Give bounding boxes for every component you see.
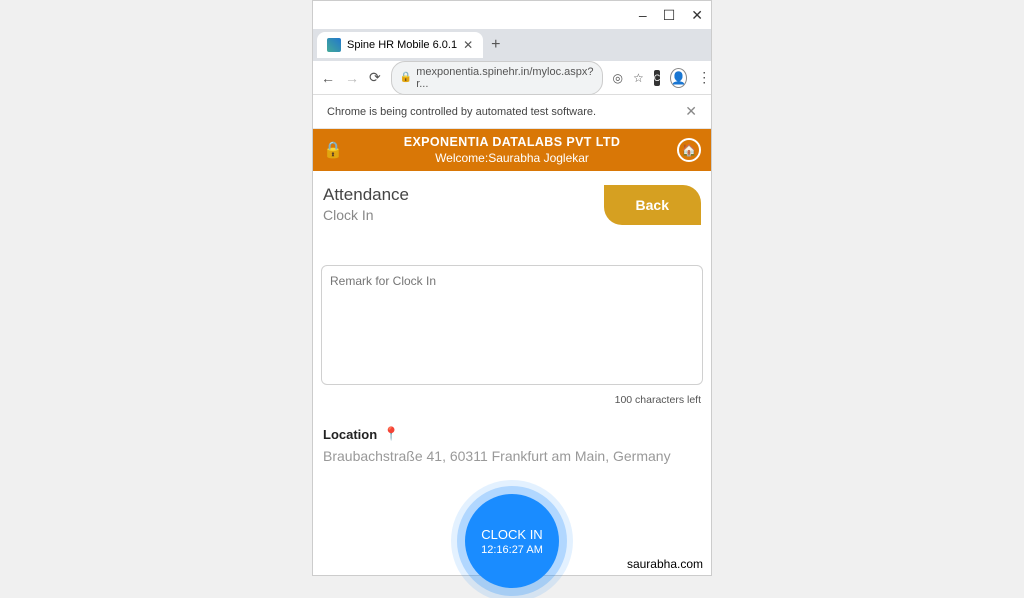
location-pin-icon: 📍 [383, 426, 399, 442]
location-label: Location [323, 427, 377, 442]
location-value: Braubachstraße 41, 60311 Frankfurt am Ma… [321, 448, 703, 464]
tab-title: Spine HR Mobile 6.0.1 [347, 39, 457, 51]
welcome-text: Welcome:Saurabha Joglekar [321, 151, 703, 165]
new-tab-button[interactable]: + [483, 36, 508, 54]
close-tab-icon[interactable]: ✕ [463, 38, 473, 52]
extension-c-icon[interactable]: C [654, 70, 661, 86]
char-counter: 100 characters left [321, 394, 703, 406]
back-button[interactable]: Back [604, 185, 701, 225]
browser-nav: ← → ⟳ 🔒 mexponentia.spinehr.in/myloc.asp… [313, 61, 711, 95]
minimize-icon[interactable]: – [639, 7, 647, 23]
app-header: 🔒 EXPONENTIA DATALABS PVT LTD Welcome:Sa… [313, 129, 711, 171]
back-icon[interactable]: ← [321, 70, 335, 86]
company-title: EXPONENTIA DATALABS PVT LTD [321, 135, 703, 149]
clock-in-label: CLOCK IN [481, 527, 542, 542]
reload-icon[interactable]: ⟳ [369, 69, 381, 86]
automation-info-bar: Chrome is being controlled by automated … [313, 95, 711, 129]
header-lock-icon[interactable]: 🔒 [323, 140, 343, 160]
browser-tab[interactable]: Spine HR Mobile 6.0.1 ✕ [317, 32, 483, 58]
remark-input[interactable] [321, 265, 703, 385]
browser-tabs: Spine HR Mobile 6.0.1 ✕ + [313, 29, 711, 61]
clock-in-time: 12:16:27 AM [481, 544, 543, 556]
favicon-icon [327, 38, 341, 52]
watermark: saurabha.com [627, 557, 703, 571]
url-bar[interactable]: 🔒 mexponentia.spinehr.in/myloc.aspx?r... [391, 61, 603, 95]
target-icon[interactable]: ◎ [613, 70, 623, 86]
close-window-icon[interactable]: ✕ [691, 7, 703, 24]
window-title-bar: – ☐ ✕ [313, 1, 711, 29]
page-content: Attendance Clock In Back 100 characters … [313, 171, 711, 598]
close-infobar-icon[interactable]: ✕ [685, 103, 697, 120]
menu-icon[interactable]: ⋮ [697, 69, 711, 86]
forward-icon[interactable]: → [345, 70, 359, 86]
automation-message: Chrome is being controlled by automated … [327, 106, 596, 118]
page-title: Attendance [323, 185, 409, 205]
page-subtitle: Clock In [323, 207, 409, 223]
home-icon[interactable]: 🏠 [677, 138, 701, 162]
maximize-icon[interactable]: ☐ [663, 7, 676, 24]
profile-avatar-icon[interactable]: 👤 [670, 68, 687, 88]
lock-icon: 🔒 [400, 72, 412, 83]
clock-in-button[interactable]: CLOCK IN 12:16:27 AM [465, 494, 559, 588]
star-icon[interactable]: ☆ [633, 70, 644, 86]
url-text: mexponentia.spinehr.in/myloc.aspx?r... [416, 66, 593, 90]
